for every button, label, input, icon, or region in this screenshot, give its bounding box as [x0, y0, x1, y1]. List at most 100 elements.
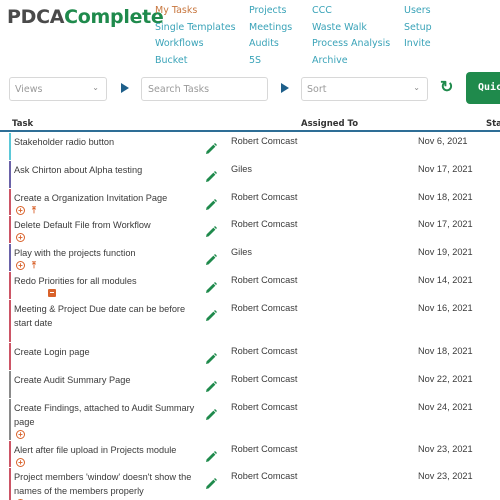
assigned-to: Robert Comcast	[231, 275, 298, 285]
nav-ccc[interactable]: CCC	[312, 3, 390, 20]
nav-workflows[interactable]: Workflows	[155, 36, 236, 53]
nav-meetings[interactable]: Meetings	[249, 20, 292, 37]
nav-process-analysis[interactable]: Process Analysis	[312, 36, 390, 53]
search-tasks-input[interactable]: Search Tasks	[141, 77, 268, 101]
task-name[interactable]: Create Login page	[14, 345, 199, 359]
sort-select-placeholder: Sort	[307, 84, 327, 95]
nav-5s[interactable]: 5S	[249, 53, 292, 70]
priority-indicator	[9, 343, 11, 370]
assigned-to: Robert Comcast	[231, 374, 298, 384]
upload-icon[interactable]: ⤒	[32, 261, 36, 270]
table-row[interactable]: Create Audit Summary Page Robert Comcast N…	[0, 371, 500, 399]
start-date: Nov 23, 2021	[418, 471, 473, 481]
plus-circle-icon[interactable]: +	[16, 206, 25, 215]
task-name[interactable]: Play with the projects function	[14, 246, 199, 260]
upload-icon[interactable]: ⤒	[32, 206, 36, 215]
priority-indicator	[9, 216, 11, 243]
nav-bucket[interactable]: Bucket	[155, 53, 236, 70]
brand-logo-part1: PDCA	[7, 6, 65, 28]
task-name[interactable]: Delete Default File from Workflow	[14, 218, 199, 232]
nav-column-3: CCC Waste Walk Process Analysis Archive	[312, 3, 390, 69]
table-row[interactable]: Create Login page Robert Comcast Nov 18, 2…	[0, 343, 500, 371]
task-name[interactable]: Ask Chirton about Alpha testing	[14, 163, 199, 177]
calendar-icon[interactable]	[48, 289, 56, 297]
task-name[interactable]: Alert after file upload in Projects modu…	[14, 443, 199, 457]
task-icons: + ⤒	[16, 206, 36, 215]
table-row[interactable]: Stakeholder radio button Robert Comcast No…	[0, 133, 500, 161]
nav-archive[interactable]: Archive	[312, 53, 390, 70]
quick-add-button[interactable]: Quick	[466, 72, 500, 104]
start-date: Nov 19, 2021	[418, 247, 473, 257]
table-row[interactable]: Delete Default File from Workflow + Robert…	[0, 216, 500, 244]
assigned-to: Robert Comcast	[231, 346, 298, 356]
edit-pencil-icon[interactable]	[204, 408, 218, 422]
sort-select[interactable]: Sort ⌄	[301, 77, 428, 101]
nav-my-tasks[interactable]: My Tasks	[155, 3, 236, 20]
plus-circle-icon[interactable]: +	[16, 233, 25, 242]
edit-pencil-icon[interactable]	[204, 198, 218, 212]
priority-indicator	[9, 189, 11, 215]
column-header-start[interactable]: Sta	[486, 119, 500, 129]
start-date: Nov 18, 2021	[418, 192, 473, 202]
chevron-down-icon: ⌄	[92, 83, 99, 92]
column-header-assigned-to[interactable]: Assigned To	[301, 119, 358, 129]
nav-column-1: My Tasks Single Templates Workflows Buck…	[155, 3, 236, 69]
priority-indicator	[9, 161, 11, 188]
assigned-to: Robert Comcast	[231, 402, 298, 412]
task-icons: + ⤒	[16, 261, 36, 270]
refresh-icon[interactable]: ↻	[440, 78, 453, 98]
table-row[interactable]: Meeting & Project Due date can be before…	[0, 300, 500, 343]
task-icons: +	[16, 233, 25, 242]
plus-circle-icon[interactable]: +	[16, 261, 25, 270]
nav-invite[interactable]: Invite	[404, 36, 432, 53]
views-select[interactable]: Views ⌄	[9, 77, 107, 101]
table-row[interactable]: Ask Chirton about Alpha testing Giles Nov …	[0, 161, 500, 189]
nav-audits[interactable]: Audits	[249, 36, 292, 53]
task-name[interactable]: Meeting & Project Due date can be before…	[14, 302, 199, 330]
table-row[interactable]: Project members 'window' doesn't show th…	[0, 468, 500, 500]
nav-single-templates[interactable]: Single Templates	[155, 20, 236, 37]
task-name[interactable]: Stakeholder radio button	[14, 135, 199, 149]
edit-pencil-icon[interactable]	[204, 170, 218, 184]
column-header-task[interactable]: Task	[12, 119, 33, 129]
priority-indicator	[9, 371, 11, 398]
edit-pencil-icon[interactable]	[204, 380, 218, 394]
start-date: Nov 24, 2021	[418, 402, 473, 412]
task-name[interactable]: Create Findings, attached to Audit Summa…	[14, 401, 199, 429]
table-row[interactable]: Alert after file upload in Projects modu…	[0, 441, 500, 468]
app-header: PDCAComplete My Tasks Single Templates W…	[0, 0, 500, 70]
task-name[interactable]: Redo Priorities for all modules	[14, 274, 199, 288]
edit-pencil-icon[interactable]	[204, 281, 218, 295]
task-name[interactable]: Create Audit Summary Page	[14, 373, 199, 387]
task-table-body: Stakeholder radio button Robert Comcast No…	[0, 133, 500, 500]
assigned-to: Giles	[231, 164, 252, 174]
table-row[interactable]: Create a Organization Invitation Page + ⤒ R…	[0, 189, 500, 216]
nav-users[interactable]: Users	[404, 3, 432, 20]
edit-pencil-icon[interactable]	[204, 253, 218, 267]
table-row[interactable]: Redo Priorities for all modules Robert Co…	[0, 272, 500, 300]
edit-pencil-icon[interactable]	[204, 352, 218, 366]
start-date: Nov 14, 2021	[418, 275, 473, 285]
assigned-to: Robert Comcast	[231, 192, 298, 202]
table-row[interactable]: Create Findings, attached to Audit Summa…	[0, 399, 500, 441]
assigned-to: Robert Comcast	[231, 303, 298, 313]
task-name[interactable]: Project members 'window' doesn't show th…	[14, 470, 199, 498]
edit-pencil-icon[interactable]	[204, 477, 218, 491]
edit-pencil-icon[interactable]	[204, 142, 218, 156]
plus-circle-icon[interactable]: +	[16, 430, 25, 439]
brand-logo[interactable]: PDCAComplete	[7, 6, 164, 28]
nav-projects[interactable]: Projects	[249, 3, 292, 20]
edit-pencil-icon[interactable]	[204, 309, 218, 323]
views-go-play-icon[interactable]	[121, 83, 129, 93]
edit-pencil-icon[interactable]	[204, 450, 218, 464]
nav-waste-walk[interactable]: Waste Walk	[312, 20, 390, 37]
search-go-play-icon[interactable]	[281, 83, 289, 93]
nav-column-2: Projects Meetings Audits 5S	[249, 3, 292, 69]
task-name[interactable]: Create a Organization Invitation Page	[14, 191, 199, 205]
edit-pencil-icon[interactable]	[204, 225, 218, 239]
nav-setup[interactable]: Setup	[404, 20, 432, 37]
brand-logo-part2: Complete	[64, 6, 164, 28]
start-date: Nov 6, 2021	[418, 136, 468, 146]
plus-circle-icon[interactable]: +	[16, 458, 25, 467]
table-row[interactable]: Play with the projects function + ⤒ Giles No…	[0, 244, 500, 272]
